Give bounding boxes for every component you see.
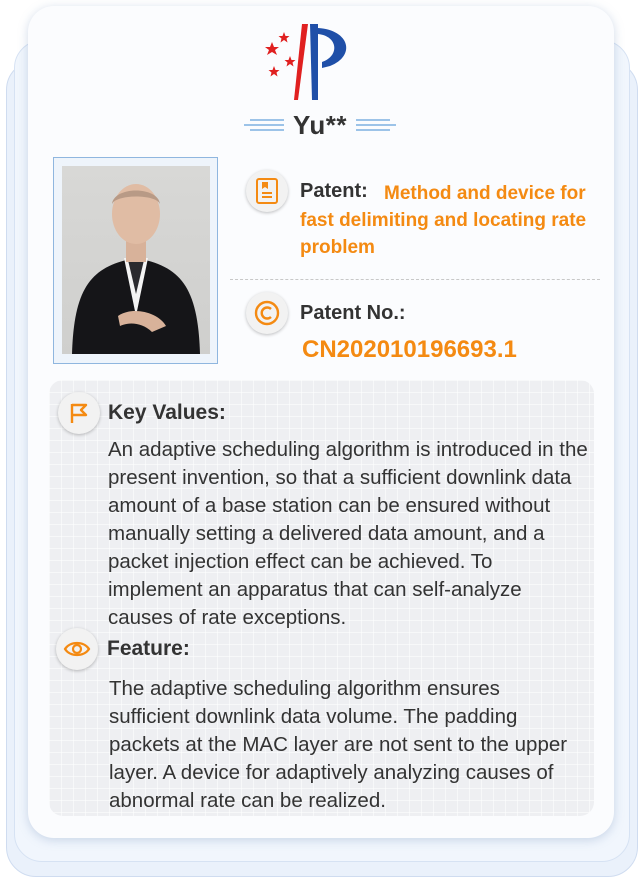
flag-icon [58,392,100,434]
decor-lines-right [356,116,396,138]
key-values-title: Key Values: [108,401,226,424]
feature-title: Feature: [107,637,190,660]
patent-number-label: Patent No.: [300,302,406,324]
emblem-logo [265,24,347,100]
key-values-text: An adaptive scheduling algorithm is intr… [108,438,588,629]
name-banner: Yu** [240,108,400,144]
feature-text: The adaptive scheduling algorithm ensure… [109,677,568,812]
patent-number: CN202010196693.1 [302,336,517,363]
document-icon [246,170,288,212]
copyright-icon [246,292,288,334]
patent-title: Method and device for fast delimiting an… [300,180,600,261]
person-illustration [72,184,200,354]
patent-title-text: Method and device for fast delimiting an… [300,183,587,258]
portrait-frame [53,157,218,364]
section-divider [230,279,600,280]
eye-icon [56,628,98,670]
portrait-photo [62,166,210,354]
